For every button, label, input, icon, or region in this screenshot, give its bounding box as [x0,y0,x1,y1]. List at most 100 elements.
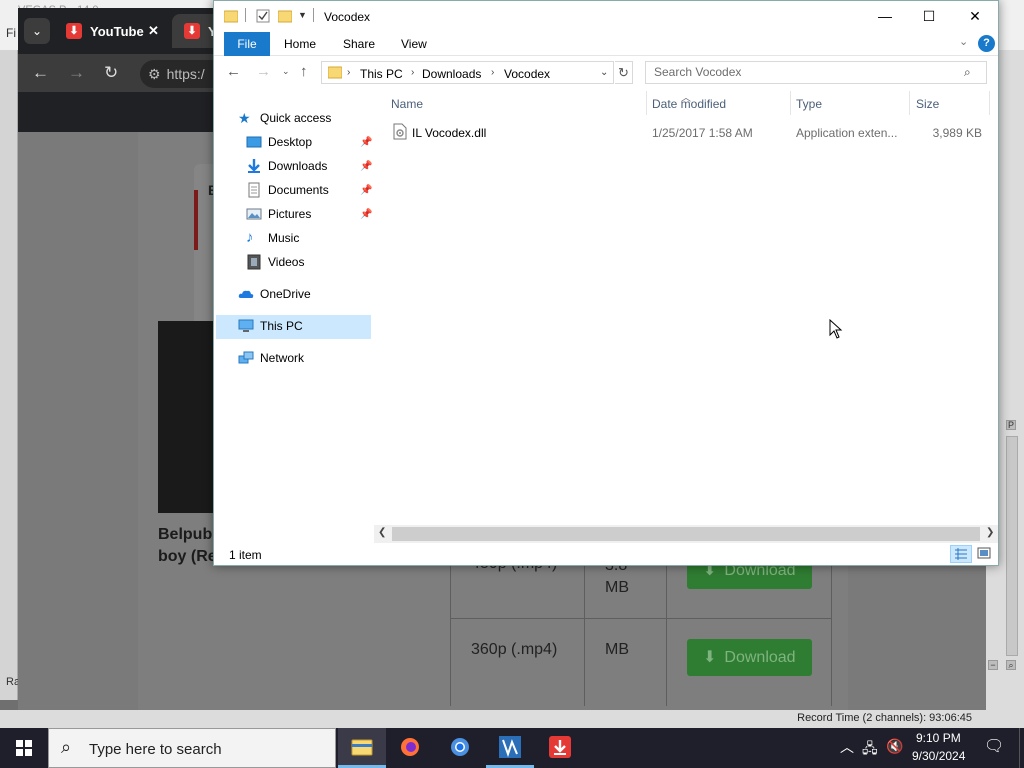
tab-view[interactable]: View [401,32,427,56]
scrollbar-thumb[interactable] [392,527,980,541]
download-button[interactable]: ⬇ Download [687,639,812,676]
pin-icon[interactable]: 📌 [360,185,372,196]
file-type: Application exten... [796,126,898,140]
column-type[interactable]: Type [796,97,822,111]
minimize-button[interactable]: — [862,1,908,32]
taskbar-app-file-explorer[interactable] [338,728,386,768]
breadcrumb-separator-icon[interactable]: › [411,67,414,78]
column-separator[interactable] [790,91,791,115]
column-name[interactable]: Name [391,97,423,111]
nav-label: Network [260,351,305,365]
nav-label: Music [268,231,300,245]
folder-icon [328,66,342,79]
address-dropdown-chevron-icon[interactable]: ⌄ [600,67,608,78]
reload-icon[interactable]: ↻ [104,63,118,83]
chrome-tab-search-button[interactable]: ⌄ [24,18,50,44]
scroll-right-chevron-icon[interactable]: ❯ [986,527,994,538]
recent-locations-chevron-icon[interactable]: ⌄ [282,66,290,77]
column-separator[interactable] [989,91,990,115]
close-button[interactable]: ✕ [952,1,998,32]
close-icon[interactable]: ✕ [148,23,159,39]
network-tray-icon[interactable]: 🖧 [862,738,878,762]
search-icon[interactable]: ⌕ [964,65,971,80]
details-view-button[interactable] [950,545,972,563]
breadcrumb-separator-icon[interactable]: › [491,67,494,78]
title-bar[interactable]: ▼ Vocodex — ☐ ✕ [214,1,998,32]
show-desktop-button[interactable] [1019,728,1024,768]
item-count: 1 item [229,548,262,562]
nav-item-pictures[interactable]: Pictures [246,203,372,225]
pin-icon[interactable]: 📌 [360,137,372,148]
up-arrow-icon[interactable]: ↑ [300,63,308,80]
quality-label: 360p (.mp4) [471,641,558,658]
large-icons-view-button[interactable] [974,545,996,563]
breadcrumb-vocodex[interactable]: Vocodex [504,67,550,81]
vegas-zoom-in-button[interactable]: ⌕ [1006,660,1016,670]
volume-muted-icon[interactable]: 🔇 [886,738,903,755]
videos-icon [247,254,261,270]
column-separator[interactable] [646,91,647,115]
downloader-favicon-icon: ⬇ [184,23,200,39]
vegas-scrollbar[interactable] [1006,436,1018,656]
video-title-line: boy (Re [158,548,217,565]
horizontal-scrollbar[interactable]: ❮ ❯ [374,525,998,543]
scroll-left-chevron-icon[interactable]: ❮ [378,527,386,538]
notification-center-icon[interactable]: 🗨 [984,736,1004,756]
nav-label: Quick access [260,111,332,125]
refresh-icon[interactable]: ↻ [615,61,633,84]
back-arrow-icon[interactable]: ← [226,63,241,80]
download-button-label: Download [724,649,796,666]
pin-icon[interactable]: 📌 [360,209,372,220]
tab-share[interactable]: Share [343,32,375,56]
site-info-icon[interactable]: ⚙ [148,66,161,82]
taskbar-search-placeholder: Type here to search [89,741,222,758]
taskbar-app-vegas[interactable] [486,728,534,768]
chrome-icon [451,738,469,756]
start-button[interactable] [0,728,48,768]
column-date-modified[interactable]: Date modified [652,97,726,111]
column-separator[interactable] [909,91,910,115]
nav-label: Videos [268,255,305,269]
tab-home[interactable]: Home [284,32,316,56]
chrome-tab[interactable]: ⬇ YouTube ✕ [58,14,170,48]
download-icon: ⬇ [703,649,717,666]
taskbar-app-firefox[interactable] [386,728,434,768]
breadcrumb-separator-icon[interactable]: › [347,67,350,78]
breadcrumb-this-pc[interactable]: This PC [360,67,403,81]
new-folder-icon[interactable] [278,9,292,23]
show-hidden-icons-chevron-icon[interactable]: ︿ [840,737,854,757]
qat-divider [245,8,246,22]
pin-icon[interactable]: 📌 [360,161,372,172]
address-row: ← → ⌄ ↑ › This PC › Downloads › Vocodex … [214,59,998,87]
taskbar-search-box[interactable]: ⌕ Type here to search [48,728,336,768]
chevron-down-icon[interactable]: ▼ [298,10,307,20]
address-bar[interactable]: › This PC › Downloads › Vocodex ⌄ [321,61,614,84]
nav-item-documents[interactable]: Documents [246,179,372,201]
taskbar-app-chrome[interactable] [436,728,484,768]
clock-time[interactable]: 9:10 PM [916,731,961,745]
maximize-button[interactable]: ☐ [906,1,952,32]
back-arrow-icon[interactable]: ← [32,63,49,83]
clock-date[interactable]: 9/30/2024 [912,749,965,763]
search-input[interactable]: Search Vocodex [645,61,987,84]
nav-label: Desktop [268,135,313,149]
help-icon[interactable]: ? [978,35,995,52]
vegas-zoom-out-button[interactable]: − [988,660,998,670]
file-date-modified: 1/25/2017 1:58 AM [652,126,753,140]
properties-icon[interactable] [256,9,270,23]
expand-ribbon-chevron-icon[interactable]: ⌄ [959,35,968,48]
tab-file[interactable]: File [224,32,270,56]
forward-arrow-icon[interactable]: → [68,63,85,83]
breadcrumb-downloads[interactable]: Downloads [422,67,481,81]
table-cell: ⬇ Download [666,619,832,706]
nav-item-desktop[interactable]: Desktop [246,131,372,153]
column-size[interactable]: Size [916,97,939,111]
file-row[interactable]: IL Vocodex.dll 1/25/2017 1:58 AM Applica… [386,121,990,143]
forward-arrow-icon[interactable]: → [256,63,271,80]
nav-item-downloads[interactable]: Downloads [246,155,372,177]
downloader-favicon-icon: ⬇ [66,23,82,39]
vegas-track-tick[interactable]: P [1006,420,1016,430]
vegas-menu-fragment[interactable]: Fi [6,26,16,40]
taskbar-app-downloader[interactable] [536,728,584,768]
navigation-pane: ★ Quick access Desktop Downloads Documen… [214,101,374,521]
